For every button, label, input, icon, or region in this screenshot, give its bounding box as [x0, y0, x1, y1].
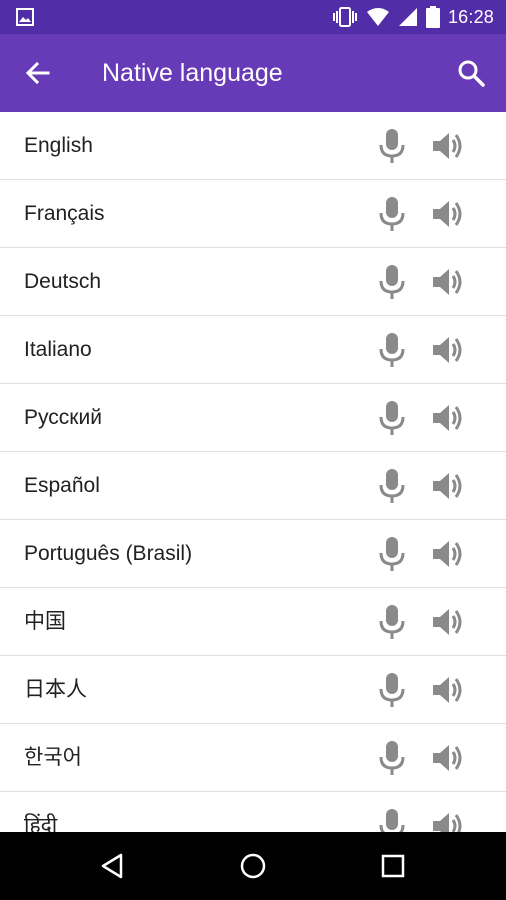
language-list[interactable]: English Français Deutsch Italiano Русский Esp… [0, 112, 506, 832]
mic-icon[interactable] [376, 672, 408, 708]
speaker-icon[interactable] [430, 740, 466, 776]
mic-icon[interactable] [376, 604, 408, 640]
language-label: 中国 [24, 610, 66, 633]
navigation-bar [0, 832, 506, 900]
list-item[interactable]: 한국어 [0, 724, 506, 792]
speaker-icon[interactable] [430, 536, 466, 572]
list-item[interactable]: 中国 [0, 588, 506, 656]
speaker-icon[interactable] [430, 468, 466, 504]
language-label: Español [24, 474, 100, 497]
mic-icon[interactable] [376, 332, 408, 368]
wifi-icon [366, 8, 389, 26]
home-circle-icon[interactable] [237, 850, 269, 882]
page-title: Native language [102, 59, 283, 87]
recents-square-icon[interactable] [377, 850, 409, 882]
list-item[interactable]: English [0, 112, 506, 180]
mic-icon[interactable] [376, 264, 408, 300]
speaker-icon[interactable] [430, 400, 466, 436]
mic-icon[interactable] [376, 400, 408, 436]
signal-icon [398, 8, 417, 26]
search-icon[interactable] [456, 58, 486, 88]
language-label: Italiano [24, 338, 92, 361]
mic-icon[interactable] [376, 128, 408, 164]
list-item[interactable]: Italiano [0, 316, 506, 384]
mic-icon[interactable] [376, 740, 408, 776]
speaker-icon[interactable] [430, 672, 466, 708]
list-item[interactable]: Deutsch [0, 248, 506, 316]
speaker-icon[interactable] [430, 196, 466, 232]
mic-icon[interactable] [376, 196, 408, 232]
speaker-icon[interactable] [430, 332, 466, 368]
speaker-icon[interactable] [430, 604, 466, 640]
language-label: 한국어 [24, 746, 82, 769]
mic-icon[interactable] [376, 536, 408, 572]
status-bar: 16:28 [0, 0, 506, 34]
speaker-icon[interactable] [430, 264, 466, 300]
back-triangle-icon[interactable] [97, 850, 129, 882]
speaker-icon[interactable] [430, 128, 466, 164]
language-label: Русский [24, 406, 102, 429]
list-item[interactable]: हिंदी [0, 792, 506, 832]
list-item[interactable]: Português (Brasil) [0, 520, 506, 588]
app-bar: Native language [0, 34, 506, 112]
battery-icon [425, 6, 440, 28]
language-label: English [24, 134, 93, 157]
list-item[interactable]: Русский [0, 384, 506, 452]
language-label: Português (Brasil) [24, 542, 193, 565]
list-item[interactable]: Español [0, 452, 506, 520]
speaker-icon[interactable] [430, 808, 466, 832]
mic-icon[interactable] [376, 808, 408, 832]
status-icons: 16:28 [332, 0, 494, 34]
status-time: 16:28 [447, 6, 494, 27]
language-label: 日本人 [24, 678, 87, 701]
vibrate-icon [332, 7, 357, 27]
back-arrow-icon[interactable] [22, 57, 54, 89]
list-item[interactable]: Français [0, 180, 506, 248]
mic-icon[interactable] [376, 468, 408, 504]
language-label: हिंदी [24, 814, 58, 832]
image-icon [16, 8, 34, 26]
list-item[interactable]: 日本人 [0, 656, 506, 724]
language-label: Français [24, 202, 105, 225]
language-label: Deutsch [24, 270, 102, 293]
